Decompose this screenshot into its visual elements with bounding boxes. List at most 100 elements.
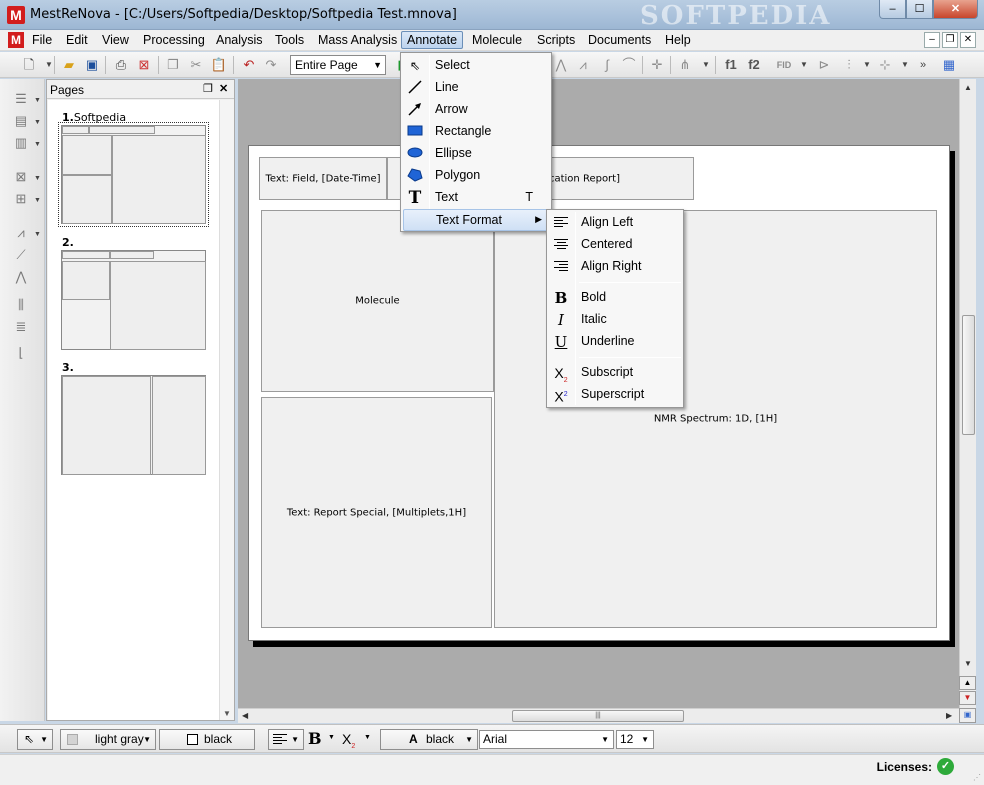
scroll-down-icon[interactable]: ▼ [223,709,231,718]
crosshair-icon[interactable]: ✛ [648,56,666,74]
molecule-object[interactable]: Molecule [261,210,494,392]
scroll-left-icon[interactable]: ◀ [242,711,248,720]
waterfall-tool-icon[interactable]: ≣ [11,319,31,337]
cut-icon[interactable]: ✂ [187,56,205,74]
new-dropdown-icon[interactable]: ▼ [40,56,58,74]
fourier-dropdown-icon[interactable]: ▼ [858,56,876,74]
phase-icon[interactable]: ⋔ [676,56,694,74]
open-folder-icon[interactable]: ▰ [60,56,78,74]
font-size-select[interactable]: 12 ▼ [616,730,654,749]
mdi-minimize-button[interactable]: – [924,32,940,48]
chevron-down-icon[interactable]: ▼ [34,175,41,182]
save-icon[interactable]: ▣ [83,56,101,74]
page-label-2[interactable]: 2. [62,236,74,249]
menu-annotate[interactable]: Annotate [401,31,464,49]
print-icon[interactable]: ⎙ [112,56,130,74]
scroll-right-icon[interactable]: ▶ [946,711,952,720]
process-icon[interactable]: ⊹ [876,56,894,74]
menu-item-line[interactable]: Line [403,77,549,99]
f1-button[interactable]: f1 [722,56,740,74]
menu-item-select[interactable]: ⇖ Select [403,55,549,77]
spectrum-tool-icon[interactable]: ⩘ [11,225,31,243]
axis-tool-icon[interactable]: ⌊ [11,345,31,363]
menu-item-italic[interactable]: I Italic [549,309,681,331]
new-document-icon[interactable]: 🗋 [20,56,38,74]
subscript-icon[interactable]: X2 [342,731,355,750]
fid-button[interactable]: FID [775,56,793,74]
integral-icon[interactable]: ∫ [598,56,616,74]
grid-tool-icon[interactable]: ▥ [11,135,31,153]
peak-picking-icon[interactable]: ⋀ [552,56,570,74]
menu-item-text[interactable]: T Text T [403,187,549,209]
f2-button[interactable]: f2 [745,56,763,74]
next-page-icon[interactable]: ▼ [959,691,976,705]
menu-item-arrow[interactable]: Arrow [403,99,549,121]
menu-view[interactable]: View [102,33,129,47]
text-field-object[interactable]: Text: Field, [Date-Time] [259,157,387,200]
process-dropdown-icon[interactable]: ▼ [896,56,914,74]
close-panel-icon[interactable]: ✕ [219,82,228,95]
menu-help[interactable]: Help [665,33,691,47]
apodization-icon[interactable]: ⊳ [815,56,833,74]
fill-color-button[interactable]: light gray ▼ [60,729,156,750]
list-tool-icon[interactable]: ☰ [11,91,31,109]
vertical-scroll-thumb[interactable] [962,315,975,435]
bold-icon[interactable]: B [308,729,322,748]
text-color-button[interactable]: A black ▼ [380,729,478,750]
subscript-dropdown-icon[interactable]: ▼ [364,734,371,741]
scroll-down-icon[interactable]: ▼ [964,659,972,668]
text-align-button[interactable]: ▼ [268,729,304,750]
scroll-up-icon[interactable]: ▲ [964,83,972,92]
menu-scripts[interactable]: Scripts [537,33,575,47]
chevron-down-icon[interactable]: ▼ [34,231,41,238]
undo-icon[interactable]: ↶ [240,56,258,74]
page-thumbnail-1[interactable] [58,122,209,227]
menu-item-polygon[interactable]: Polygon [403,165,549,187]
pages-scrollbar[interactable]: ▼ [219,100,234,720]
paste-icon[interactable]: 📋 [210,56,228,74]
menu-file[interactable]: File [32,33,52,47]
menu-mass-analysis[interactable]: Mass Analysis [318,33,397,47]
mdi-close-button[interactable]: ✕ [960,32,976,48]
fid-dropdown-icon[interactable]: ▼ [795,56,813,74]
font-family-select[interactable]: Arial ▼ [479,730,614,749]
menu-tools[interactable]: Tools [275,33,304,47]
zoom-select[interactable]: Entire Page ▼ [290,55,386,75]
license-ok-icon[interactable]: ✓ [937,758,954,775]
multiplet-icon[interactable]: ⩘ [574,56,592,74]
menu-item-subscript[interactable]: X2 Subscript [549,362,681,384]
menu-molecule[interactable]: Molecule [472,33,522,47]
baseline-icon[interactable]: ⌒ [620,56,638,74]
chevron-down-icon[interactable]: ▼ [34,141,41,148]
page-label-3[interactable]: 3. [62,361,74,374]
peak-tool-icon[interactable]: ⋀ [11,269,31,287]
menu-item-superscript[interactable]: X2 Superscript [549,384,681,406]
menu-item-text-format[interactable]: Text Format ▶ [403,209,549,231]
page-thumbnail-3[interactable] [61,375,206,475]
app-logo-icon[interactable]: M [7,6,25,24]
bars-tool-icon[interactable]: ⫼ [11,297,31,315]
mdi-app-icon[interactable]: M [8,32,24,48]
report-special-object[interactable]: Text: Report Special, [Multiplets,1H] [261,397,492,628]
previous-page-icon[interactable]: ▲ [959,676,976,690]
resize-grip-icon[interactable]: ⋰ [973,773,981,782]
fit-tool-icon[interactable]: ⊠ [11,169,31,187]
menu-documents[interactable]: Documents [588,33,651,47]
menu-item-bold[interactable]: B Bold [549,287,681,309]
phase-dropdown-icon[interactable]: ▼ [697,56,715,74]
menu-item-rectangle[interactable]: Rectangle [403,121,549,143]
menu-item-centered[interactable]: Centered [549,234,681,256]
redo-icon[interactable]: ↷ [262,56,280,74]
menu-item-align-right[interactable]: Align Right [549,256,681,278]
export-pdf-icon[interactable]: ⊠ [135,56,153,74]
chevron-down-icon[interactable]: ▼ [34,119,41,126]
layout-tool-icon[interactable]: ▤ [11,113,31,131]
menu-edit[interactable]: Edit [66,33,88,47]
stacked-tool-icon[interactable]: ⟋ [11,247,31,265]
chevron-down-icon[interactable]: ▼ [34,197,41,204]
workspace-horizontal-scrollbar[interactable]: ◀ ||| ▶ [238,708,959,723]
page-label-1[interactable]: 1.Softpedia [62,111,126,124]
menu-analysis[interactable]: Analysis [216,33,263,47]
chevron-down-icon[interactable]: ▼ [34,97,41,104]
selection-tool-button[interactable]: ⇖ ▼ [17,729,53,750]
